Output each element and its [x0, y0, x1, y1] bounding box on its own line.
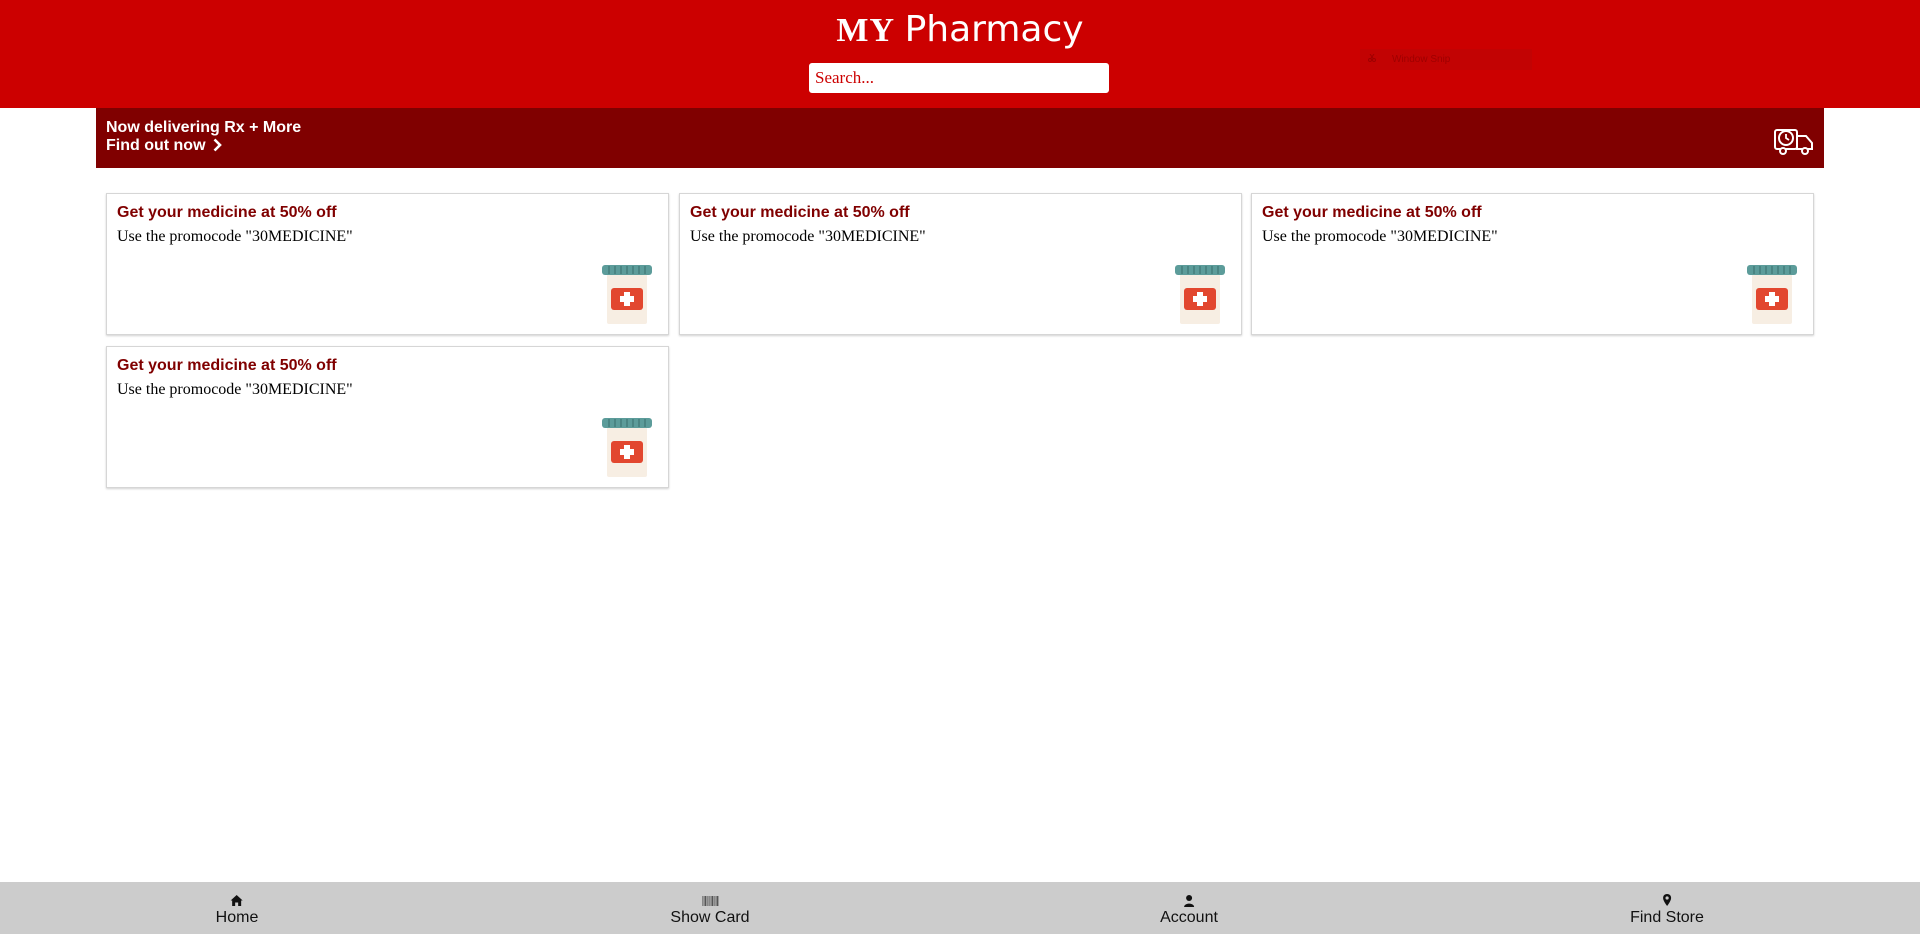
map-marker-icon: [1663, 894, 1671, 906]
nav-account-label: Account: [1160, 909, 1218, 926]
nav-find-store-label: Find Store: [1630, 909, 1704, 926]
header: MY Pharmacy Window Snip: [0, 0, 1920, 108]
nav-home[interactable]: Home: [215, 892, 259, 926]
brand-logo[interactable]: MY Pharmacy: [0, 6, 1920, 54]
promo-card[interactable]: Get your medicine at 50% off Use the pro…: [679, 193, 1242, 335]
search-input[interactable]: [809, 63, 1109, 93]
medicine-bottle-icon: [602, 418, 652, 477]
scissors-icon: [1368, 49, 1378, 70]
nav-find-store[interactable]: Find Store: [1630, 892, 1704, 926]
brand-name: Pharmacy: [904, 9, 1084, 50]
promo-card[interactable]: Get your medicine at 50% off Use the pro…: [106, 346, 669, 488]
chevron-right-icon: [213, 138, 222, 157]
nav-account[interactable]: Account: [1160, 892, 1218, 926]
home-icon: [231, 895, 243, 906]
delivery-truck-icon: [1774, 129, 1813, 155]
window-snip-label: Window Snip: [1392, 54, 1451, 65]
user-icon: [1184, 895, 1194, 907]
find-out-now-link[interactable]: Find out now: [106, 137, 222, 157]
promo-description: Use the promocode "30MEDICINE": [1262, 228, 1498, 245]
barcode-icon: [702, 896, 718, 906]
promo-card[interactable]: Get your medicine at 50% off Use the pro…: [1251, 193, 1814, 335]
banner-headline: Now delivering Rx + More: [106, 119, 302, 136]
nav-show-card[interactable]: Show Card: [670, 892, 750, 926]
bottom-nav: Home Show Card Account Find Store: [0, 882, 1920, 934]
window-snip-overlay: Window Snip: [1360, 49, 1532, 70]
promo-description: Use the promocode "30MEDICINE": [690, 228, 926, 245]
medicine-bottle-icon: [1175, 265, 1225, 324]
nav-home-label: Home: [215, 909, 259, 926]
brand-prefix: MY: [836, 12, 896, 49]
nav-show-card-label: Show Card: [670, 909, 750, 926]
promo-title: Get your medicine at 50% off: [690, 204, 910, 221]
promo-description: Use the promocode "30MEDICINE": [117, 381, 353, 398]
promo-title: Get your medicine at 50% off: [1262, 204, 1482, 221]
promo-title: Get your medicine at 50% off: [117, 204, 337, 221]
find-out-now-label: Find out now: [106, 137, 206, 154]
promo-title: Get your medicine at 50% off: [117, 357, 337, 374]
promo-card[interactable]: Get your medicine at 50% off Use the pro…: [106, 193, 669, 335]
promo-description: Use the promocode "30MEDICINE": [117, 228, 353, 245]
delivery-banner: Now delivering Rx + More Find out now: [96, 108, 1824, 168]
medicine-bottle-icon: [602, 265, 652, 324]
medicine-bottle-icon: [1747, 265, 1797, 324]
